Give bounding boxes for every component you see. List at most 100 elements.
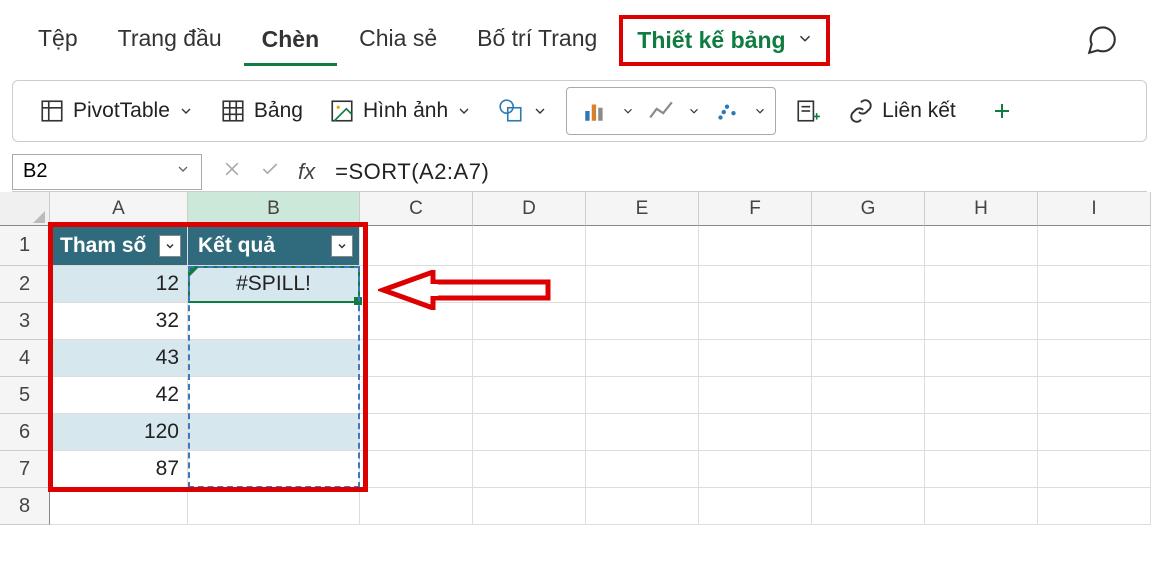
select-all-corner[interactable] — [0, 192, 50, 226]
cell[interactable] — [812, 488, 925, 525]
cell[interactable] — [812, 377, 925, 414]
cell[interactable] — [925, 377, 1038, 414]
cell-A7[interactable]: 87 — [50, 451, 188, 488]
cell[interactable] — [586, 340, 699, 377]
cell-B6[interactable] — [188, 414, 360, 451]
cell-A3[interactable]: 32 — [50, 303, 188, 340]
cell[interactable] — [1038, 303, 1151, 340]
cell[interactable] — [699, 451, 812, 488]
scatter-chart-button[interactable] — [707, 93, 747, 129]
cell[interactable] — [586, 414, 699, 451]
col-header-B[interactable]: B — [188, 192, 360, 226]
cell-B2[interactable]: #SPILL! — [188, 266, 360, 303]
cell-B4[interactable] — [188, 340, 360, 377]
cell[interactable] — [699, 226, 812, 266]
col-header-A[interactable]: A — [50, 192, 188, 226]
cell[interactable] — [473, 414, 586, 451]
cell[interactable] — [925, 303, 1038, 340]
cell-B5[interactable] — [188, 377, 360, 414]
cell[interactable] — [586, 226, 699, 266]
col-header-C[interactable]: C — [360, 192, 473, 226]
cell[interactable] — [473, 488, 586, 525]
cell[interactable] — [1038, 226, 1151, 266]
cell[interactable] — [360, 488, 473, 525]
cell[interactable] — [1038, 414, 1151, 451]
cell[interactable] — [812, 451, 925, 488]
comment-icon[interactable] — [1085, 23, 1119, 57]
cell[interactable] — [699, 488, 812, 525]
slicer-button[interactable] — [786, 92, 830, 130]
tab-page-layout[interactable]: Bố trí Trang — [459, 13, 615, 67]
row-header-2[interactable]: 2 — [0, 266, 50, 303]
tab-home[interactable]: Trang đầu — [100, 13, 240, 67]
filter-button[interactable] — [331, 235, 353, 257]
cell-A5[interactable]: 42 — [50, 377, 188, 414]
cell[interactable] — [473, 226, 586, 266]
col-header-H[interactable]: H — [925, 192, 1038, 226]
row-header-3[interactable]: 3 — [0, 303, 50, 340]
cell[interactable] — [360, 340, 473, 377]
cell[interactable] — [699, 414, 812, 451]
row-header-5[interactable]: 5 — [0, 377, 50, 414]
row-header-6[interactable]: 6 — [0, 414, 50, 451]
cell[interactable] — [473, 451, 586, 488]
cell[interactable] — [1038, 451, 1151, 488]
cell[interactable] — [586, 266, 699, 303]
line-chart-button[interactable] — [641, 93, 681, 129]
cell[interactable] — [699, 377, 812, 414]
pivottable-button[interactable]: PivotTable — [31, 92, 202, 130]
cell[interactable] — [699, 340, 812, 377]
cell[interactable] — [360, 451, 473, 488]
cell[interactable] — [925, 451, 1038, 488]
col-header-G[interactable]: G — [812, 192, 925, 226]
cell[interactable] — [925, 340, 1038, 377]
enter-icon[interactable] — [260, 159, 280, 185]
cell[interactable] — [812, 303, 925, 340]
filter-button[interactable] — [159, 235, 181, 257]
cell[interactable] — [1038, 340, 1151, 377]
tab-share[interactable]: Chia sẻ — [341, 13, 455, 67]
row-header-4[interactable]: 4 — [0, 340, 50, 377]
row-header-8[interactable]: 8 — [0, 488, 50, 525]
cell-A4[interactable]: 43 — [50, 340, 188, 377]
cell[interactable] — [1038, 377, 1151, 414]
tab-file[interactable]: Tệp — [20, 13, 96, 67]
table-header-ket-qua[interactable]: Kết quả — [188, 226, 360, 266]
col-header-D[interactable]: D — [473, 192, 586, 226]
cell[interactable] — [473, 377, 586, 414]
cell-A6[interactable]: 120 — [50, 414, 188, 451]
row-header-7[interactable]: 7 — [0, 451, 50, 488]
col-header-I[interactable]: I — [1038, 192, 1151, 226]
cell-B7[interactable] — [188, 451, 360, 488]
cell-B3[interactable] — [188, 303, 360, 340]
cell[interactable] — [812, 414, 925, 451]
cell[interactable] — [925, 266, 1038, 303]
cell[interactable] — [360, 226, 473, 266]
tab-table-design[interactable]: Thiết kế bảng — [619, 15, 829, 66]
cancel-icon[interactable] — [222, 159, 242, 185]
new-comment-button[interactable] — [982, 93, 1022, 129]
cell[interactable] — [586, 377, 699, 414]
cell[interactable] — [188, 488, 360, 525]
formula-input[interactable]: =SORT(A2:A7) — [335, 159, 489, 185]
col-header-E[interactable]: E — [586, 192, 699, 226]
cell[interactable] — [586, 488, 699, 525]
cell-A2[interactable]: 12 — [50, 266, 188, 303]
bar-chart-button[interactable] — [575, 93, 615, 129]
cell[interactable] — [586, 451, 699, 488]
cell[interactable] — [360, 414, 473, 451]
cell[interactable] — [925, 414, 1038, 451]
cell[interactable] — [925, 488, 1038, 525]
fx-icon[interactable]: fx — [298, 159, 315, 185]
cell[interactable] — [812, 340, 925, 377]
table-header-tham-so[interactable]: Tham số — [50, 226, 188, 266]
cell[interactable] — [925, 226, 1038, 266]
link-button[interactable]: Liên kết — [840, 92, 964, 130]
cell[interactable] — [360, 377, 473, 414]
cell[interactable] — [473, 340, 586, 377]
tab-insert[interactable]: Chèn — [244, 14, 338, 66]
shapes-button[interactable] — [490, 92, 556, 130]
cell[interactable] — [699, 303, 812, 340]
row-header-1[interactable]: 1 — [0, 226, 50, 266]
col-header-F[interactable]: F — [699, 192, 812, 226]
